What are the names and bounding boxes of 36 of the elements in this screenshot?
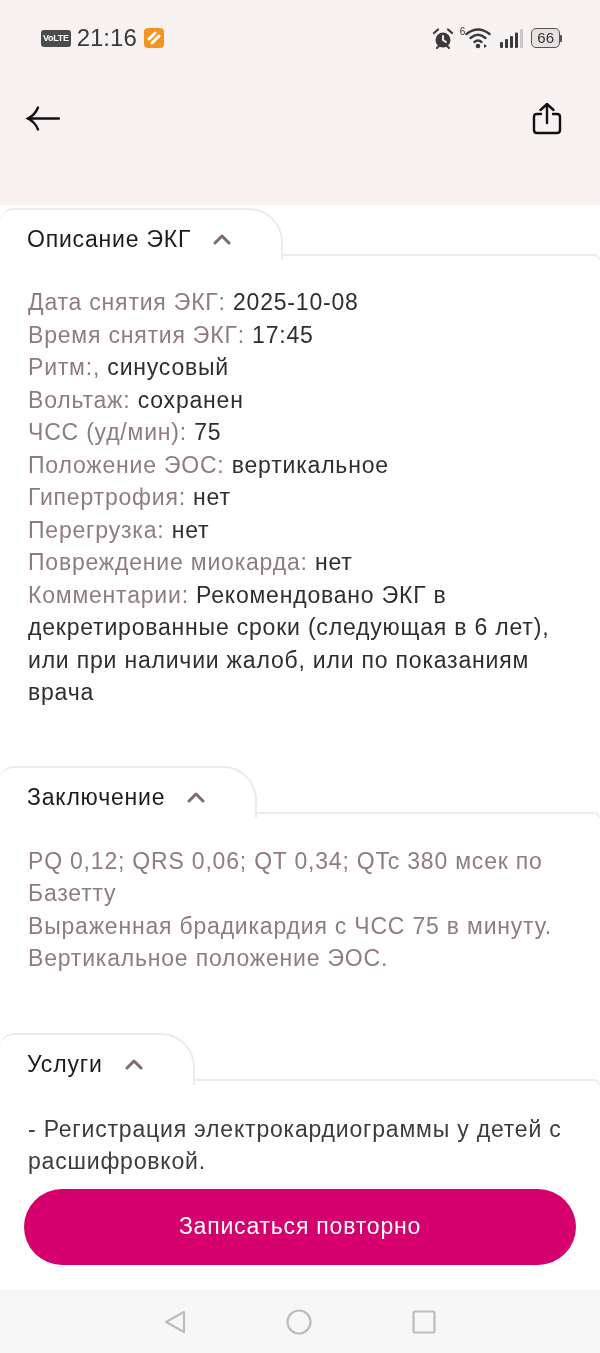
square-recents-icon — [412, 1309, 436, 1334]
ecg-field: Вольтаж: сохранен — [28, 383, 572, 416]
section-header-tab[interactable]: Описание ЭКГ — [0, 208, 284, 260]
share-icon — [532, 101, 562, 135]
ecg-field: Комментарии: Рекомендовано ЭКГ в декретированные сроки (следующая в 6 лет), или при наличии жалоб, или по показаниям врача — [28, 578, 572, 709]
ecg-field: Гипертрофия: нет — [28, 481, 572, 514]
nav-recents-button[interactable] — [412, 1309, 436, 1334]
conclusion-text: Выраженная брадикардия с ЧСС 75 в минуту. — [28, 911, 553, 941]
section-header-tab[interactable]: Услуги — [0, 1032, 195, 1085]
ecg-field: Положение ЭОС: вертикальное — [28, 448, 572, 481]
volte-indicator: VoLTE — [41, 29, 71, 47]
status-time: 21:16 — [76, 26, 137, 50]
signal-icon — [500, 28, 524, 48]
conclusion-text: PQ 0,12; QRS 0,06; QT 0,34; QTc 380 мсек по Базетту — [28, 846, 544, 908]
ecg-field: Ритм:, синусовый — [28, 351, 572, 384]
conclusion-text: Вертикальное положение ЭОС. — [28, 944, 390, 973]
ecg-field: Время снятия ЭКГ: 17:45 — [28, 318, 572, 351]
rebook-button[interactable]: Записаться повторно — [24, 1188, 576, 1265]
nav-home-button[interactable] — [286, 1308, 312, 1335]
circle-home-icon — [286, 1308, 312, 1335]
ecg-field: Дата снятия ЭКГ: 2025-10-08 — [28, 286, 572, 319]
ecg-field: ЧСС (уд/мин): 75 — [28, 416, 572, 449]
notification-app-icon — [143, 28, 164, 48]
ecg-field: Повреждение миокарда: нет — [28, 546, 572, 579]
triangle-back-icon — [164, 1309, 186, 1334]
back-arrow-icon — [26, 105, 60, 131]
alarm-icon — [431, 27, 454, 49]
nav-back-button[interactable] — [164, 1309, 186, 1334]
wifi-standard-label: 6 — [459, 27, 466, 37]
back-button[interactable] — [26, 105, 60, 131]
share-button[interactable] — [532, 101, 562, 135]
wifi-icon — [465, 27, 492, 49]
section-header-tab[interactable]: Заключение — [0, 765, 258, 818]
service-item: - Регистрация электрокардиограммы у детей с расшифровкой. — [28, 1114, 563, 1176]
battery-indicator: 66 — [531, 28, 562, 48]
ecg-field: Перегрузка: нет — [28, 513, 572, 546]
